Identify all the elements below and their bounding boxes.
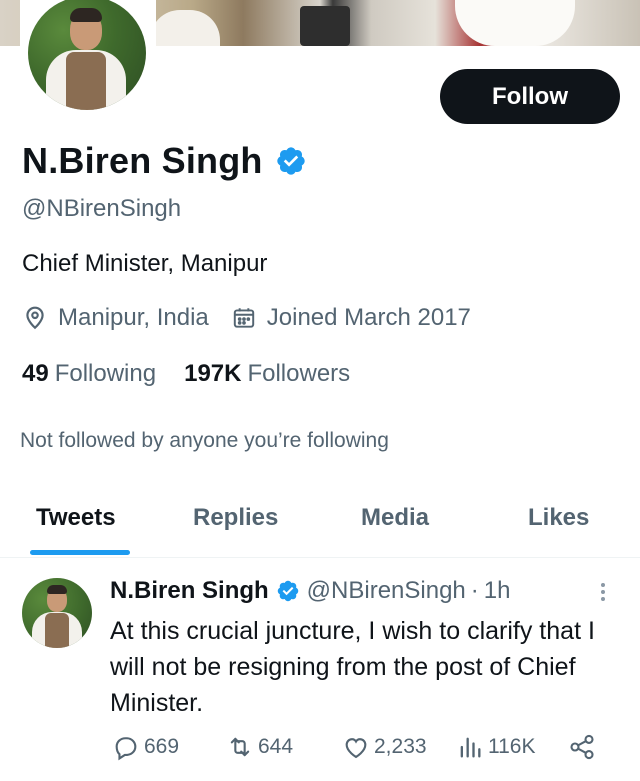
avatar-vest	[66, 52, 106, 110]
avatar-image	[28, 0, 146, 110]
tweet-author-name[interactable]: N.Biren Singh	[110, 577, 269, 605]
reply-icon	[115, 737, 137, 761]
verified-badge-icon[interactable]	[275, 145, 307, 177]
more-vertical-icon[interactable]	[596, 580, 610, 606]
heart-icon	[345, 738, 367, 759]
profile-location: Manipur, India	[58, 304, 209, 331]
calendar-icon	[233, 308, 254, 328]
followers-count: 197K	[184, 360, 242, 387]
banner-shape	[300, 6, 350, 46]
followers-link[interactable]: 197K Followers	[184, 360, 350, 388]
share-button[interactable]	[568, 733, 596, 761]
follow-button[interactable]: Follow	[440, 69, 620, 124]
like-button[interactable]: 2,233	[342, 733, 427, 761]
profile-name-row: N.Biren Singh	[22, 140, 307, 182]
avatar-hair	[70, 8, 102, 22]
tab-likes[interactable]: Likes	[528, 504, 589, 532]
avatar-hair	[47, 585, 67, 594]
following-label: Following	[54, 360, 157, 387]
profile-tabs: Tweets Replies Media Likes	[0, 496, 640, 558]
retweet-icon	[230, 737, 250, 757]
banner-shape	[455, 0, 575, 46]
retweet-count: 644	[258, 735, 294, 758]
tweet-text: At this crucial juncture, I wish to clar…	[110, 617, 595, 717]
profile-handle: @NBirenSingh	[22, 195, 182, 222]
followers-label: Followers	[247, 360, 351, 387]
tab-replies[interactable]: Replies	[193, 504, 278, 532]
share-icon	[570, 734, 594, 760]
tweet-separator: ·	[470, 577, 479, 604]
like-count: 2,233	[374, 735, 427, 758]
tweet-avatar[interactable]	[22, 578, 92, 648]
profile-avatar[interactable]	[20, 0, 156, 118]
reply-button[interactable]: 669	[112, 733, 179, 761]
reply-count: 669	[144, 735, 180, 758]
views-button[interactable]: 116K	[456, 733, 536, 761]
tweet-header: N.Biren Singh @NBirenSingh · 1h	[110, 577, 510, 605]
tweet-author-handle[interactable]: @NBirenSingh	[307, 577, 466, 605]
views-count: 116K	[488, 735, 536, 758]
follow-stats: 49 Following 197K Followers	[22, 360, 350, 388]
tweet-timestamp[interactable]: 1h	[484, 577, 511, 605]
profile-meta: Manipur, India Joined March 2017	[22, 304, 471, 332]
tab-tweets[interactable]: Tweets	[36, 504, 116, 532]
banner-shape	[150, 10, 220, 46]
display-name: N.Biren Singh	[22, 140, 263, 181]
tweet-actions: 669 644 2,233 116K	[112, 733, 612, 765]
following-count: 49	[22, 360, 49, 387]
profile-joined: Joined March 2017	[266, 304, 471, 331]
location-pin-icon	[26, 306, 44, 330]
avatar-vest	[45, 613, 69, 648]
verified-badge-icon	[277, 580, 298, 602]
views-chart-icon	[460, 737, 481, 758]
active-tab-indicator	[30, 550, 130, 555]
not-followed-notice: Not followed by anyone you’re following	[20, 429, 389, 452]
following-link[interactable]: 49 Following	[22, 360, 156, 388]
tab-media[interactable]: Media	[361, 504, 429, 532]
profile-bio: Chief Minister, Manipur	[22, 250, 268, 277]
retweet-button[interactable]: 644	[226, 733, 293, 761]
